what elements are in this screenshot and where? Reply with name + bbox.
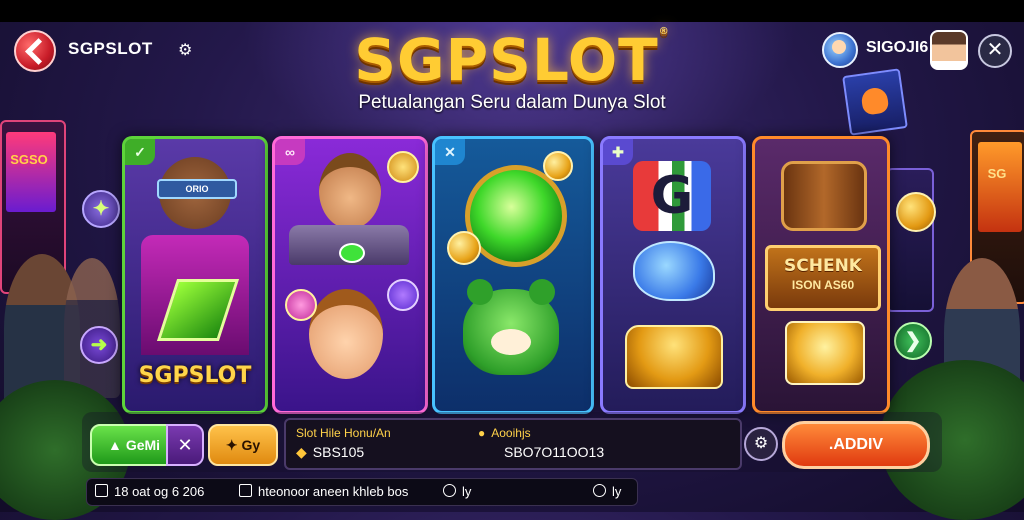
card-badge-icon: ∞ (275, 139, 305, 165)
close-icon: ✕ (177, 435, 193, 455)
arrow-right-icon: ❯ (904, 330, 922, 352)
arrow-right-button[interactable]: ❯ (894, 322, 932, 360)
footer-bar: 18 oat og 6 206 hteonoor aneen khleb bos… (86, 478, 638, 506)
flower-icon (285, 289, 317, 321)
footer-item-2[interactable]: hteonoor aneen khleb bos (239, 484, 408, 499)
hero-headband: ORIO (157, 179, 237, 199)
girl-face (309, 289, 383, 379)
close-button[interactable]: ✕ (978, 34, 1012, 68)
footer-item-1-text: 18 oat og 6 206 (114, 484, 205, 499)
checkbox-icon (239, 484, 252, 497)
settings-button[interactable]: ⚙ (744, 427, 778, 461)
slot-machine-left-screen (6, 132, 56, 212)
card-badge-icon: ✕ (435, 139, 465, 165)
card-badge-icon: ✚ (603, 139, 633, 165)
footer-item-3[interactable]: ly (443, 484, 471, 499)
orange-button[interactable]: ✦ Gy (208, 424, 278, 466)
orb-icon (387, 279, 419, 311)
orange-button-label: Gy (241, 437, 261, 453)
bear-ear (529, 279, 555, 305)
gem-icon (339, 243, 365, 263)
info-box: Slot Hile Honu/An ◆ SBS105 ● Aooihjs SBO7O… (284, 418, 742, 470)
coin-icon (896, 192, 936, 232)
up-arrow-icon: ▲ (107, 437, 122, 453)
close-game-button[interactable]: ✕ (166, 424, 204, 466)
info-left-label: Slot Hile Honu/An (296, 426, 391, 440)
settings-icon: ⚙ (753, 435, 769, 452)
arrow-left-button[interactable]: ➜ (80, 326, 118, 364)
game-button[interactable]: ▲ GeMi (90, 424, 178, 466)
avatar[interactable] (930, 30, 968, 70)
footer-item-4[interactable]: ly (593, 484, 621, 499)
info-right-label: Aooihjs (491, 426, 531, 440)
warrior-face (319, 153, 381, 229)
slot-machine-right-text: SG (987, 166, 1007, 181)
coin-pile-icon (625, 325, 723, 389)
g-logo-icon: G (633, 161, 711, 231)
arrow-left-icon: ➜ (90, 334, 108, 356)
checkbox-icon (95, 484, 108, 497)
bonus-symbol-icon[interactable]: ✦ (82, 190, 120, 228)
coin-icon (543, 151, 573, 181)
title-text: SGPSLOT (354, 26, 659, 94)
slot-machine-left-text: SGSO (10, 152, 48, 167)
radio-icon (443, 484, 456, 497)
info-left-row: ◆ SBS105 (296, 444, 364, 461)
star-icon: ✦ (225, 437, 242, 453)
barrel-icon (781, 161, 867, 231)
footer-item-1[interactable]: 18 oat og 6 206 (95, 484, 204, 499)
card-title: SGPSLOT (138, 363, 252, 388)
game-card-green-orb[interactable]: ✕ (432, 136, 594, 414)
treasure-plaque: SCHENK ISON AS60 (765, 245, 881, 311)
game-card-treasure[interactable]: SCHENK ISON AS60 (752, 136, 890, 414)
game-card-g-logo[interactable]: ✚ G (600, 136, 746, 414)
slot-machine-right-screen (978, 142, 1022, 232)
page-title: SGPSLOT® (0, 26, 1024, 94)
game-button-label: GeMi (125, 437, 161, 453)
plaque-line-1: SCHENK (784, 256, 862, 276)
crown-icon (785, 321, 865, 385)
plaque-line-2: ISON AS60 (791, 278, 855, 292)
slot-machine-background (886, 168, 934, 312)
game-card-heroes[interactable]: ∞ (272, 136, 428, 414)
footer-item-2-text: hteonoor aneen khleb bos (258, 484, 409, 499)
footer-item-3-text: ly (462, 484, 472, 499)
username: SIGOJI6 (866, 39, 929, 56)
bear-ear (467, 279, 493, 305)
info-left-value: SBS105 (312, 444, 365, 460)
bear-snout (491, 329, 531, 355)
footer-item-4-text: ly (612, 484, 622, 499)
page-subtitle: Petualangan Seru dalam Dunya Slot (358, 92, 666, 113)
radio-icon (593, 484, 606, 497)
coin-icon (447, 231, 481, 265)
info-right-value: SBO7O11OO13 (504, 444, 605, 460)
coin-icon (387, 151, 419, 183)
coin-icon: ● (478, 426, 486, 440)
user-icon-face (832, 40, 846, 54)
user-icon[interactable] (822, 32, 858, 68)
game-card-sgpslot[interactable]: ✓ ORIO SGPSLOT (122, 136, 268, 414)
fish-icon (633, 241, 715, 301)
card-badge-icon: ✓ (125, 139, 155, 165)
bear-mascot (463, 279, 559, 375)
cta-button[interactable]: .ADDIV (782, 421, 930, 469)
info-right-label-row: ● Aooihjs (478, 426, 531, 440)
top-black-strip (0, 0, 1024, 22)
registered-mark: ® (658, 26, 670, 37)
triangle-icon: ◆ (296, 444, 307, 460)
close-icon: ✕ (986, 39, 1004, 61)
